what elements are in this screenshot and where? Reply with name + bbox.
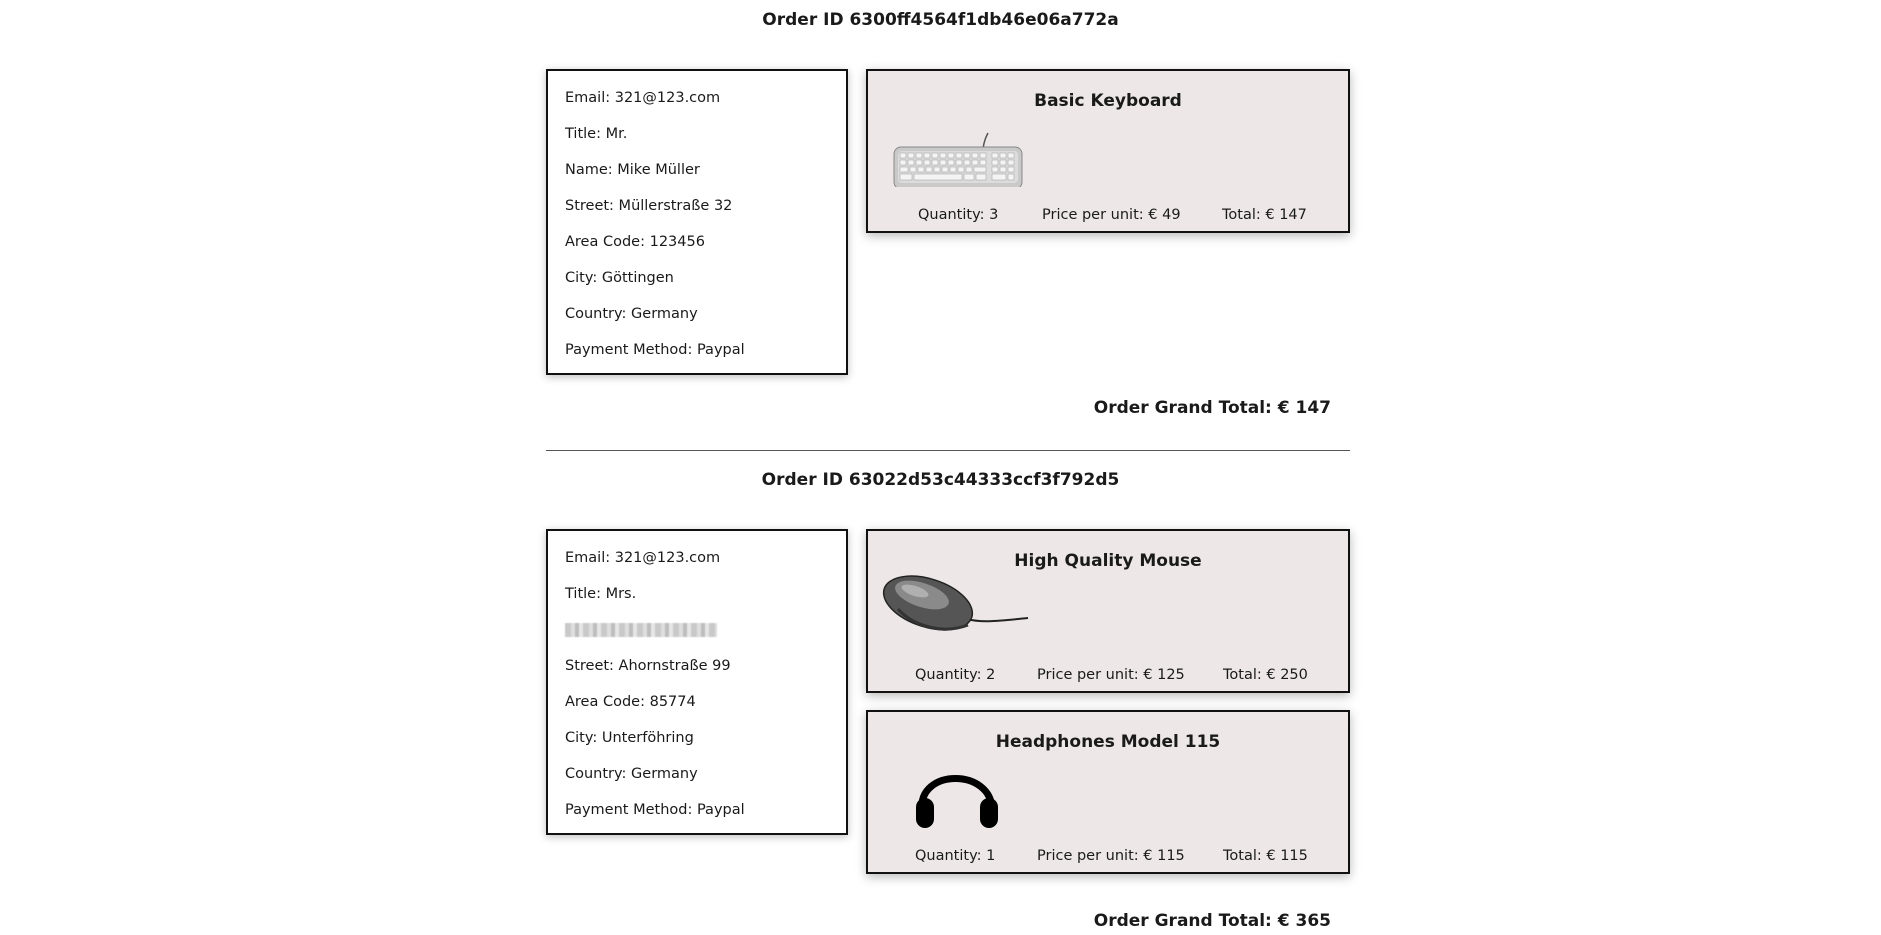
customer-area-code: Area Code: 123456 xyxy=(565,234,705,250)
keyboard-icon xyxy=(888,107,1028,190)
order-divider xyxy=(546,450,1350,451)
headphones-icon xyxy=(912,748,1002,838)
product-total: Total: € 147 xyxy=(1222,207,1307,223)
redacted-text xyxy=(565,623,717,637)
customer-details-card: Email: 321@123.com Title: Mr. Name: Mike… xyxy=(546,69,848,375)
product-card-high-quality-mouse: High Quality Mouse Quantity: 2 Price per… xyxy=(866,529,1350,693)
customer-title: Title: Mrs. xyxy=(565,586,637,602)
product-name: High Quality Mouse xyxy=(1014,551,1202,571)
customer-country: Country: Germany xyxy=(565,766,698,782)
customer-details-card: Email: 321@123.com Title: Mrs. Street: A… xyxy=(546,529,848,835)
customer-name-redacted xyxy=(565,622,717,638)
customer-street: Street: Müllerstraße 32 xyxy=(565,198,733,214)
customer-city: City: Göttingen xyxy=(565,270,674,286)
product-quantity: Quantity: 2 xyxy=(915,667,996,683)
customer-email: Email: 321@123.com xyxy=(565,550,721,566)
mouse-icon xyxy=(882,569,1029,649)
order-id-heading: Order ID 63022d53c44333ccf3f792d5 xyxy=(761,470,1120,490)
customer-country: Country: Germany xyxy=(565,306,698,322)
customer-email: Email: 321@123.com xyxy=(565,90,721,106)
product-price-per-unit: Price per unit: € 125 xyxy=(1037,667,1185,683)
customer-title: Title: Mr. xyxy=(565,126,628,142)
product-total: Total: € 115 xyxy=(1223,848,1308,864)
customer-city: City: Unterföhring xyxy=(565,730,694,746)
customer-street: Street: Ahornstraße 99 xyxy=(565,658,731,674)
product-quantity: Quantity: 1 xyxy=(915,848,996,864)
product-price-per-unit: Price per unit: € 49 xyxy=(1042,207,1181,223)
product-card-headphones-model-115: Headphones Model 115 Quantity: 1 Price p… xyxy=(866,710,1350,874)
product-total: Total: € 250 xyxy=(1223,667,1308,683)
customer-name: Name: Mike Müller xyxy=(565,162,700,178)
product-price-per-unit: Price per unit: € 115 xyxy=(1037,848,1185,864)
product-quantity: Quantity: 3 xyxy=(918,207,999,223)
customer-area-code: Area Code: 85774 xyxy=(565,694,696,710)
order-grand-total: Order Grand Total: € 365 xyxy=(1093,911,1331,931)
product-card-basic-keyboard: Basic Keyboard Quantity: 3 Price per uni… xyxy=(866,69,1350,233)
order-grand-total: Order Grand Total: € 147 xyxy=(1093,398,1331,418)
customer-payment-method: Payment Method: Paypal xyxy=(565,802,745,818)
order-id-heading: Order ID 6300ff4564f1db46e06a772a xyxy=(762,10,1119,30)
customer-payment-method: Payment Method: Paypal xyxy=(565,342,745,358)
